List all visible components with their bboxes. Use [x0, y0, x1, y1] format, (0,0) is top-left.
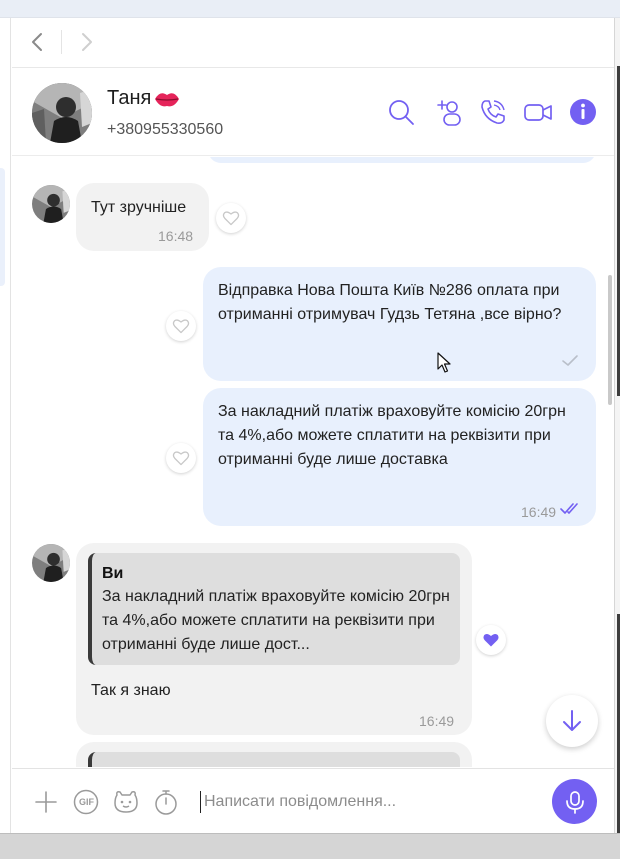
microphone-button[interactable]: [552, 779, 597, 824]
message-bubble-incoming[interactable]: Ви За накладний платіж враховуйте комісі…: [76, 543, 472, 735]
message-bubble-outgoing[interactable]: За накладний платіж враховуйте комісію 2…: [203, 388, 596, 526]
navigation-bar: [12, 18, 614, 68]
message-time: 16:49: [521, 504, 557, 520]
avatar-photo: [32, 83, 92, 143]
message-time: 16:48: [158, 228, 194, 244]
like-button[interactable]: [166, 443, 196, 473]
left-panel-bubble-peek: [0, 168, 5, 286]
read-double-check-icon: [560, 503, 578, 514]
heart-outline-icon: [222, 211, 240, 226]
sent-check-icon: [562, 355, 578, 366]
message-list[interactable]: Тут зручніше 16:48 Відправка Нова Пошта …: [12, 157, 614, 767]
text-caret: [200, 791, 201, 813]
add-participant-icon[interactable]: [434, 97, 464, 127]
chat-header: Таня +380955330560: [12, 69, 614, 156]
forward-button[interactable]: [72, 28, 100, 56]
gif-label: GIF: [79, 797, 94, 807]
message-composer: GIF: [12, 768, 614, 833]
previous-message-bubble[interactable]: [208, 157, 596, 163]
message-input[interactable]: [204, 787, 534, 817]
contact-phone: +380955330560: [107, 121, 224, 138]
search-icon[interactable]: [386, 97, 416, 127]
message-text: Відправка Нова Пошта Київ №286 оплата пр…: [218, 282, 562, 323]
quoted-message: [88, 752, 460, 767]
chevron-right-icon: [82, 33, 92, 51]
like-button[interactable]: [476, 625, 506, 655]
sender-avatar[interactable]: [32, 185, 70, 223]
heart-outline-icon: [172, 451, 190, 466]
message-time: 16:49: [419, 713, 455, 729]
quoted-message[interactable]: Ви За накладний платіж враховуйте комісі…: [88, 553, 460, 665]
sticker-icon[interactable]: [112, 788, 140, 816]
heart-filled-icon: [483, 634, 499, 647]
message-text: Так я знаю: [91, 682, 171, 699]
video-call-icon[interactable]: [523, 97, 553, 127]
left-panel-edge: [0, 18, 11, 833]
sender-avatar[interactable]: [32, 544, 70, 582]
scroll-to-bottom-button[interactable]: [546, 695, 598, 747]
quote-author: Ви: [102, 565, 124, 582]
microphone-icon: [565, 790, 584, 814]
window-bottom-bar: [0, 833, 620, 859]
lips-emoji-icon: [155, 92, 180, 106]
heart-outline-icon: [172, 319, 190, 334]
avatar-photo: [32, 544, 70, 582]
info-icon[interactable]: [568, 97, 598, 127]
back-button[interactable]: [24, 28, 52, 56]
contact-name-row: Таня: [107, 87, 180, 110]
contact-avatar[interactable]: [32, 83, 92, 143]
nav-divider: [61, 30, 62, 54]
message-bubble-incoming[interactable]: Тут зручніше 16:48: [76, 183, 209, 251]
next-message-bubble[interactable]: [76, 742, 472, 767]
chevron-left-icon: [32, 33, 42, 51]
avatar-photo: [32, 185, 70, 223]
like-button[interactable]: [216, 203, 246, 233]
message-text: Тут зручніше: [91, 199, 187, 216]
like-button[interactable]: [166, 311, 196, 341]
call-icon[interactable]: [478, 97, 508, 127]
arrow-down-icon: [563, 710, 581, 731]
contact-name: Таня: [107, 87, 152, 109]
message-text: За накладний платіж враховуйте комісію 2…: [218, 403, 566, 468]
timer-icon[interactable]: [152, 788, 180, 816]
plus-icon[interactable]: [32, 788, 60, 816]
right-window-edge: [614, 18, 620, 834]
scrollbar-thumb[interactable]: [608, 275, 612, 405]
mouse-cursor-icon: [437, 352, 451, 373]
message-bubble-outgoing[interactable]: Відправка Нова Пошта Київ №286 оплата пр…: [203, 267, 596, 381]
quote-text: За накладний платіж враховуйте комісію 2…: [102, 588, 450, 653]
window-top-strip: [0, 0, 620, 18]
